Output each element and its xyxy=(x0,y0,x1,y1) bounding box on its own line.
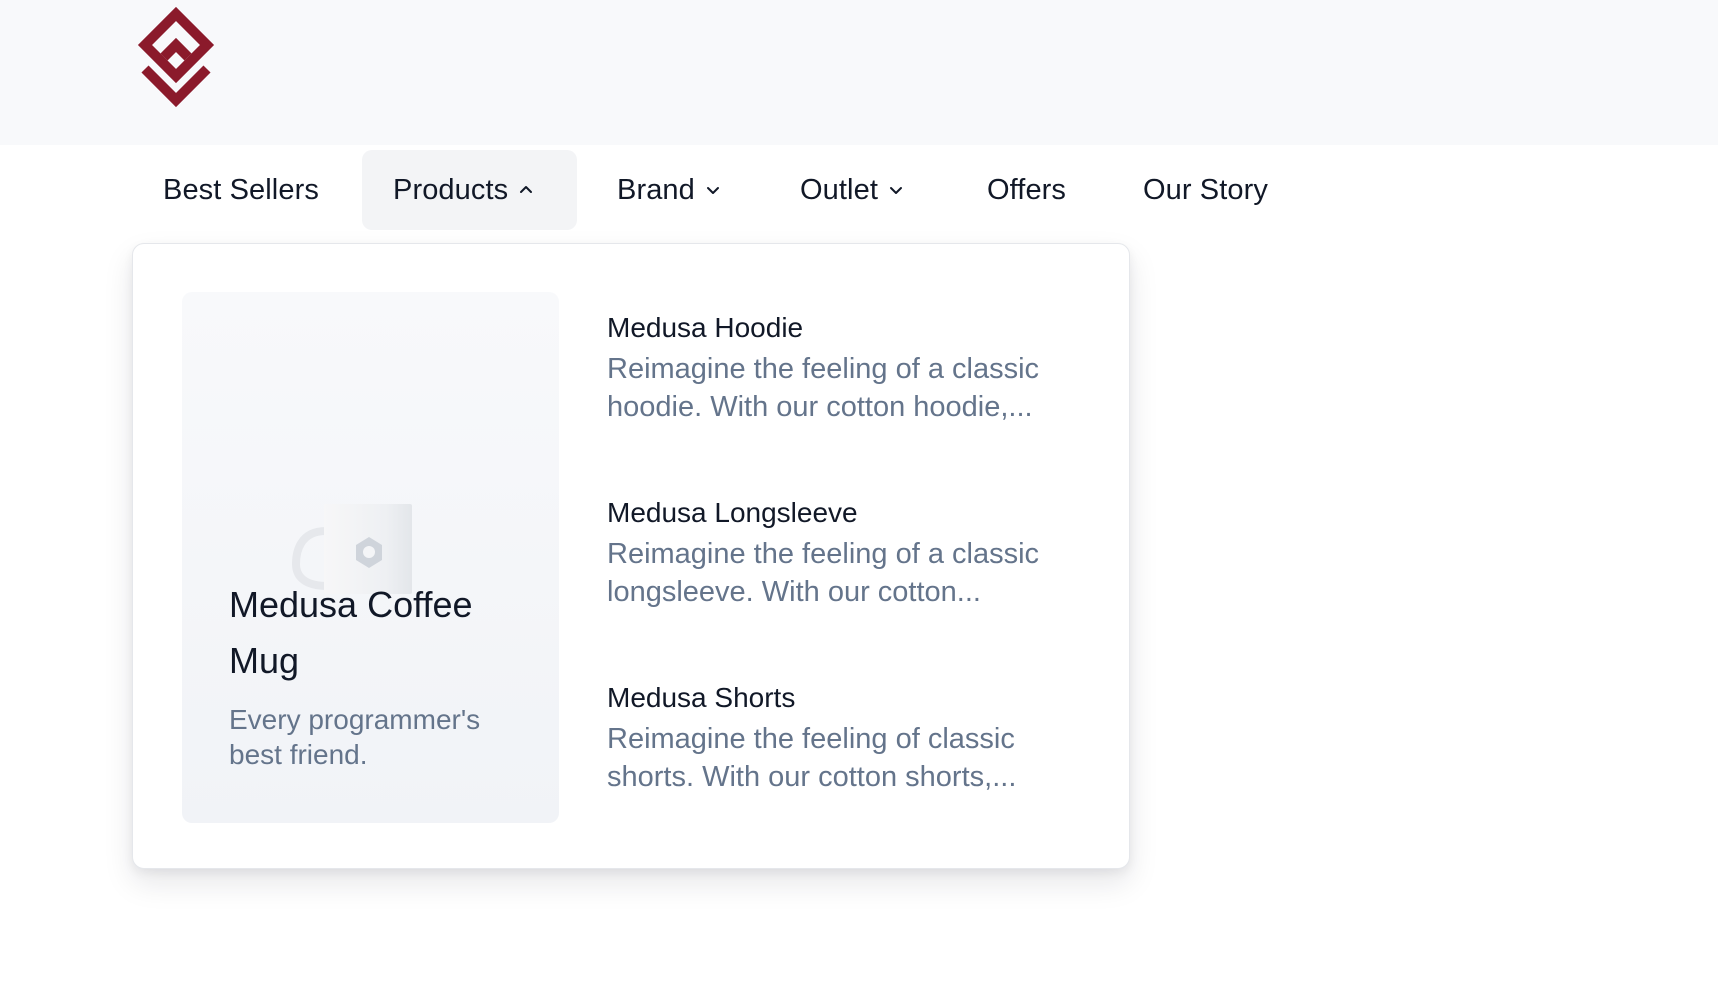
nav-item-our-story[interactable]: Our Story xyxy=(1143,150,1283,230)
product-name: Medusa Hoodie xyxy=(607,312,804,343)
medusa-diamond-logo-icon[interactable] xyxy=(135,6,217,114)
chevron-down-icon xyxy=(889,187,902,194)
nav-item-label: Offers xyxy=(987,173,1067,206)
nav-item-products[interactable]: Products xyxy=(362,150,577,230)
product-link-hoodie[interactable]: Medusa Hoodie Reimagine the feeling of a… xyxy=(607,310,1077,426)
featured-product-card[interactable]: Medusa Coffee Mug Every programmer's bes… xyxy=(182,292,559,823)
product-description: Reimagine the feeling of a classic longs… xyxy=(607,538,1040,608)
product-name: Medusa Longsleeve xyxy=(607,497,858,528)
products-dropdown-menu: Medusa Coffee Mug Every programmer's bes… xyxy=(132,243,1130,869)
top-header xyxy=(0,0,1718,145)
nav-item-outlet[interactable]: Outlet xyxy=(800,150,945,230)
nav-item-best-sellers[interactable]: Best Sellers xyxy=(132,150,336,230)
product-description: Reimagine the feeling of classic shorts.… xyxy=(607,723,1017,793)
nav-item-label: Brand xyxy=(617,173,695,206)
nav-item-offers[interactable]: Offers xyxy=(987,150,1087,230)
nav-item-brand[interactable]: Brand xyxy=(617,150,767,230)
nav-item-label: Outlet xyxy=(800,173,878,206)
featured-product-title: Medusa Coffee Mug xyxy=(229,584,473,681)
product-description: Reimagine the feeling of a classic hoodi… xyxy=(607,353,1040,423)
nav-item-label: Our Story xyxy=(1143,173,1268,206)
chevron-down-icon xyxy=(706,187,719,194)
product-link-longsleeve[interactable]: Medusa Longsleeve Reimagine the feeling … xyxy=(607,495,1077,611)
nav-item-label: Products xyxy=(393,173,509,206)
chevron-up-icon xyxy=(520,186,533,193)
featured-product-description: Every programmer's best friend. xyxy=(229,704,481,770)
product-name: Medusa Shorts xyxy=(607,682,796,713)
product-link-shorts[interactable]: Medusa Shorts Reimagine the feeling of c… xyxy=(607,680,1077,796)
nav-item-label: Best Sellers xyxy=(163,173,319,206)
